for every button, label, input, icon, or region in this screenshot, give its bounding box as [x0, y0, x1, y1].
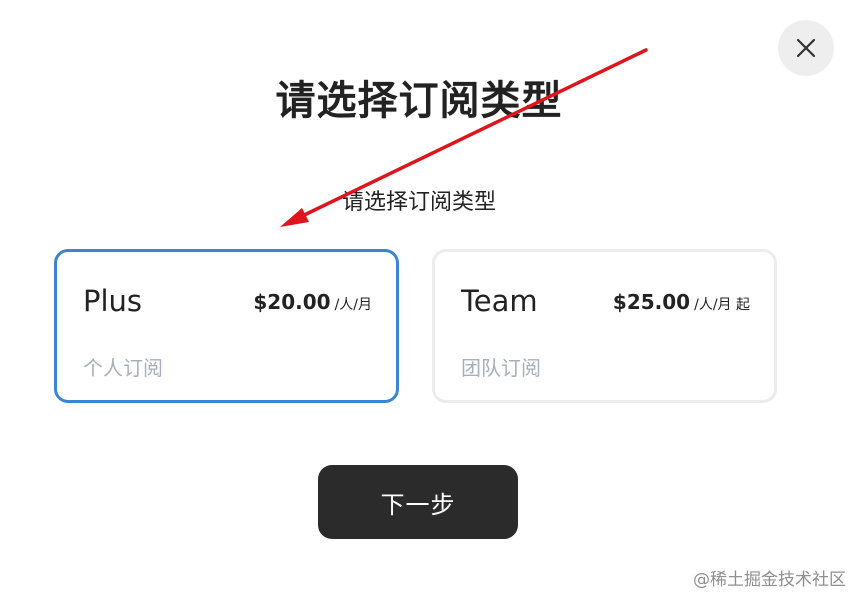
- dialog-subtitle: 请选择订阅类型: [341, 190, 496, 215]
- plan-price-amount: $25.00: [612, 290, 691, 314]
- plan-description: 团队订阅: [461, 356, 541, 380]
- plan-name: Plus: [83, 284, 143, 318]
- plan-name: Team: [461, 284, 538, 318]
- plan-price: $20.00/人/月: [253, 290, 372, 314]
- subscription-dialog: 请选择订阅类型 请选择订阅类型 Plus $20.00/人/月 个人订阅 Tea…: [0, 0, 854, 598]
- next-step-button[interactable]: 下一步: [318, 465, 518, 539]
- plan-price-amount: $20.00: [253, 290, 331, 314]
- plan-price: $25.00/人/月 起: [613, 290, 750, 314]
- dialog-title: 请选择订阅类型: [275, 78, 563, 124]
- plan-card-plus[interactable]: Plus $20.00/人/月 个人订阅: [54, 249, 399, 403]
- close-icon: [796, 38, 816, 58]
- plan-price-unit: /人/月: [334, 297, 372, 313]
- plan-card-team[interactable]: Team $25.00/人/月 起 团队订阅: [432, 249, 777, 403]
- watermark: @稀土掘金技术社区: [693, 570, 846, 590]
- plan-price-unit: /人/月 起: [694, 297, 750, 313]
- plan-description: 个人订阅: [83, 356, 163, 380]
